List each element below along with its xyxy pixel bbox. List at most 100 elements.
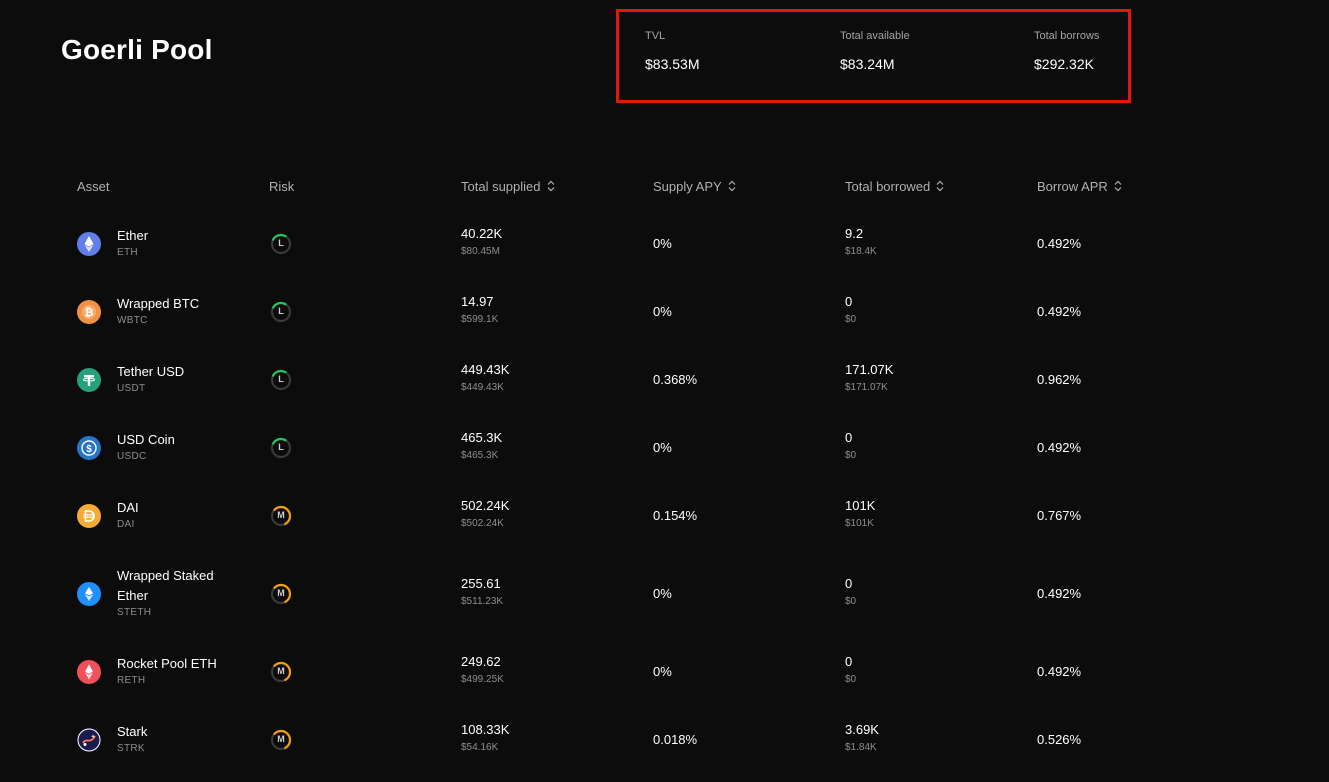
borrowed-amount: 0 [845, 654, 853, 669]
column-header-total-supplied[interactable]: Total supplied [461, 179, 555, 195]
table-header: Asset Risk Total supplied Supply APY Tot… [0, 179, 1329, 195]
svg-text:₿: ₿ [85, 307, 94, 319]
stat-label: Total borrows [1034, 30, 1100, 42]
sort-icon[interactable] [547, 180, 555, 195]
borrowed-amount: 3.69K [845, 722, 879, 737]
column-header-total-borrowed[interactable]: Total borrowed [845, 179, 944, 195]
total-supplied-cell: 249.62 $499.25K [461, 654, 504, 685]
tether-icon [77, 368, 101, 392]
sort-icon[interactable] [728, 180, 736, 195]
total-supplied-cell: 108.33K $54.16K [461, 722, 509, 753]
supplied-usd: $511.23K [461, 596, 504, 607]
borrowed-usd: $1.84K [845, 742, 877, 753]
supplied-amount: 249.62 [461, 654, 501, 669]
supplied-usd: $465.3K [461, 450, 499, 461]
risk-gauge-icon: M [269, 504, 293, 528]
asset-cell: Wrapped BTC WBTC [117, 294, 229, 326]
wsteth-icon [77, 582, 101, 606]
rocket-pool-icon [77, 660, 101, 684]
borrow-apr-cell: 0.492% [1037, 440, 1082, 455]
borrow-apr-cell: 0.492% [1037, 664, 1082, 679]
supplied-usd: $499.25K [461, 674, 504, 685]
risk-gauge-icon: L [269, 232, 293, 256]
table-row[interactable]: Stark STRK M 108.33K $54.16K 0.018% 3.69K $1.84… [0, 710, 1329, 770]
sort-icon[interactable] [1114, 180, 1122, 195]
sort-icon[interactable] [936, 180, 944, 195]
supply-apy-cell: 0% [653, 586, 672, 601]
table-row[interactable]: Ether ETH L 40.22K $80.45M 0% 9.2 $18.4K 0.492% [0, 214, 1329, 274]
stat-value: $292.32K [1034, 56, 1094, 72]
asset-cell: Rocket Pool ETH RETH [117, 654, 229, 686]
borrow-apr-cell: 0.492% [1037, 236, 1082, 251]
asset-cell: Stark STRK [117, 722, 229, 754]
supplied-usd: $599.1K [461, 314, 499, 325]
risk-level-label: L [278, 238, 284, 248]
asset-symbol: RETH [117, 675, 146, 686]
supplied-amount: 449.43K [461, 362, 510, 377]
total-borrowed-cell: 0 $0 [845, 430, 856, 461]
asset-symbol: USDC [117, 451, 147, 462]
table-row[interactable]: $ USD Coin USDC L 465.3K $465.3K 0% 0 $0 0.492% [0, 418, 1329, 478]
column-header-borrow-apr[interactable]: Borrow APR [1037, 179, 1122, 195]
asset-symbol: USDT [117, 383, 146, 394]
borrowed-usd: $101K [845, 518, 874, 529]
risk-level-label: M [277, 588, 285, 598]
asset-cell: Tether USD USDT [117, 362, 229, 394]
borrowed-usd: $0 [845, 596, 857, 607]
risk-gauge-icon: L [269, 436, 293, 460]
borrowed-amount: 0 [845, 294, 853, 309]
starknet-icon [77, 728, 101, 752]
column-header-supply-apy[interactable]: Supply APY [653, 179, 736, 195]
supplied-amount: 108.33K [461, 722, 510, 737]
total-borrowed-cell: 0 $0 [845, 294, 856, 325]
stat-tvl: TVL $83.53M [645, 30, 699, 72]
borrow-apr-cell: 0.492% [1037, 304, 1082, 319]
borrowed-usd: $18.4K [845, 246, 877, 257]
table-row[interactable]: Wrapped Staked Ether STETH M 255.61 $511.23K… [0, 564, 1329, 624]
table-row[interactable]: Tether USD USDT L 449.43K $449.43K 0.368% 171.… [0, 350, 1329, 410]
supply-apy-cell: 0.154% [653, 508, 698, 523]
total-supplied-cell: 449.43K $449.43K [461, 362, 509, 393]
asset-cell: Wrapped Staked Ether STETH [117, 566, 229, 618]
risk-gauge-icon: L [269, 300, 293, 324]
svg-text:$: $ [86, 444, 92, 455]
stat-value: $83.24M [840, 56, 895, 72]
supply-apy-cell: 0.368% [653, 372, 698, 387]
total-borrowed-cell: 101K $101K [845, 498, 875, 529]
total-borrowed-cell: 3.69K $1.84K [845, 722, 879, 753]
supplied-amount: 465.3K [461, 430, 503, 445]
total-supplied-cell: 502.24K $502.24K [461, 498, 509, 529]
supplied-amount: 40.22K [461, 226, 503, 241]
asset-name: Stark [117, 724, 148, 739]
asset-name: Wrapped BTC [117, 296, 200, 311]
stat-total-available: Total available $83.24M [840, 30, 910, 72]
supply-apy-cell: 0% [653, 236, 672, 251]
table-row[interactable]: DAI DAI M 502.24K $502.24K 0.154% 101K $101K 0.7… [0, 486, 1329, 546]
risk-level-label: M [277, 510, 285, 520]
asset-cell: Ether ETH [117, 226, 229, 258]
borrowed-amount: 171.07K [845, 362, 894, 377]
ethereum-icon [77, 232, 101, 256]
risk-level-label: M [277, 666, 285, 676]
borrow-apr-cell: 0.767% [1037, 508, 1082, 523]
borrow-apr-cell: 0.526% [1037, 732, 1082, 747]
stat-total-borrows: Total borrows $292.32K [1034, 30, 1099, 72]
borrowed-usd: $0 [845, 314, 857, 325]
supplied-usd: $80.45M [461, 246, 500, 257]
asset-name: Tether USD [117, 364, 185, 379]
total-supplied-cell: 14.97 $599.1K [461, 294, 498, 325]
asset-symbol: STRK [117, 743, 145, 754]
asset-cell: USD Coin USDC [117, 430, 229, 462]
supplied-amount: 502.24K [461, 498, 510, 513]
stat-label: Total available [840, 30, 910, 42]
total-borrowed-cell: 0 $0 [845, 654, 856, 685]
asset-symbol: DAI [117, 519, 135, 530]
table-row[interactable]: ₿ Wrapped BTC WBTC L 14.97 $599.1K 0% 0 $0 0.492% [0, 282, 1329, 342]
column-header-label: Total borrowed [845, 179, 931, 194]
borrowed-usd: $171.07K [845, 382, 888, 393]
table-row[interactable]: Rocket Pool ETH RETH M 249.62 $499.25K 0% 0 $0 0… [0, 642, 1329, 702]
borrowed-amount: 0 [845, 430, 853, 445]
stat-label: TVL [645, 30, 666, 42]
borrowed-amount: 0 [845, 576, 853, 591]
usdc-icon: $ [77, 436, 101, 460]
